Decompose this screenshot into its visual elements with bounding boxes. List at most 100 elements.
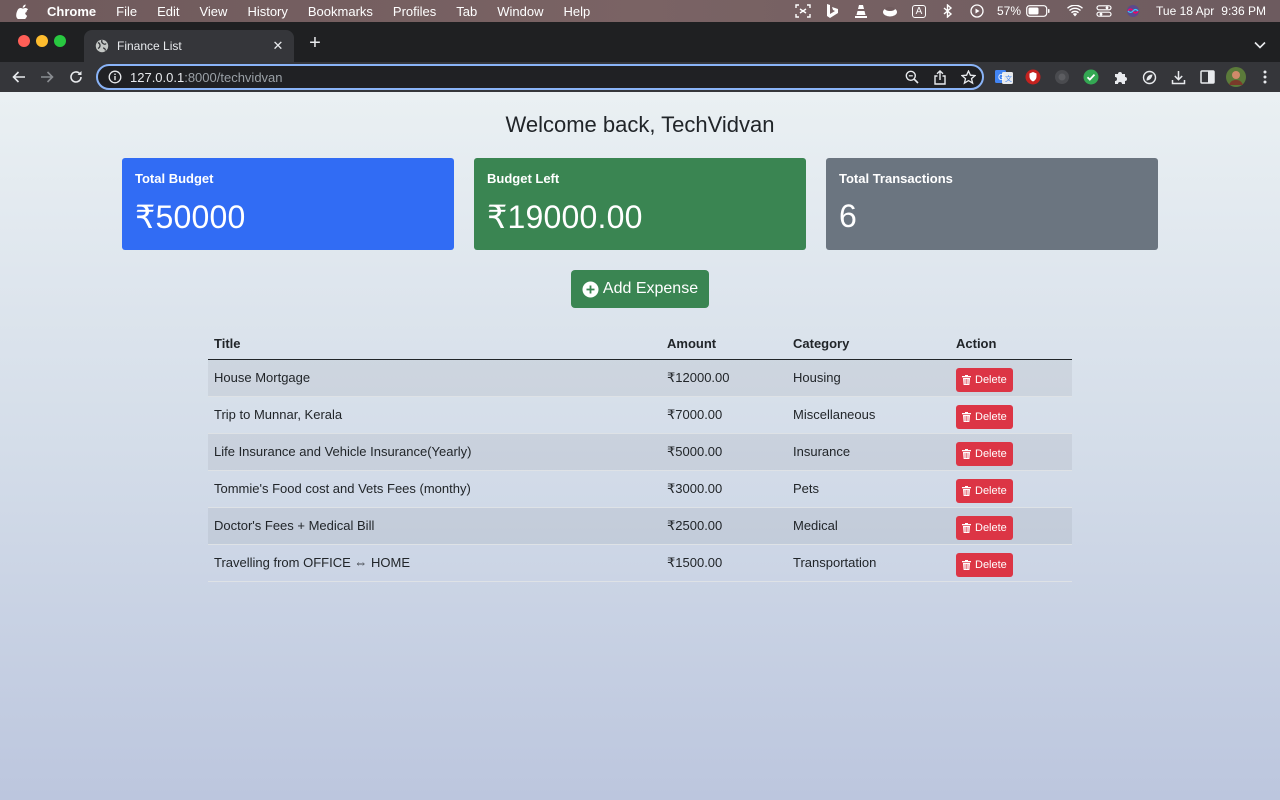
expense-title-cell: Doctor's Fees + Medical Bill [208,507,661,545]
window-minimize-button[interactable] [36,35,48,47]
google-translate-icon[interactable]: G文 [994,67,1014,87]
battery-icon[interactable] [1026,4,1050,18]
delete-button[interactable]: Delete [956,441,1013,466]
table-row: Trip to Munnar, Kerala ₹7000.00 Miscellane… [208,396,1072,434]
play-circle-icon[interactable] [968,4,986,18]
control-center-icon[interactable] [1095,4,1113,18]
input-source-icon[interactable]: A [910,4,928,18]
menu-history[interactable]: History [247,4,287,19]
welcome-heading: Welcome back, TechVidvan [505,112,775,137]
back-arrow-icon[interactable] [9,67,29,87]
siri-icon[interactable] [1124,4,1142,18]
table-row: Doctor's Fees + Medical Bill ₹2500.00 Medi… [208,507,1072,545]
expense-title-cell: Tommie's Food cost and Vets Fees (monthy… [208,470,661,508]
bookmark-star-icon[interactable] [960,69,976,85]
browser-tab-strip: Finance List ✕ + [0,22,1280,62]
address-bar[interactable]: 127.0.0.1:8000/techvidvan [96,64,984,90]
header-action: Action [950,328,1072,360]
header-amount: Amount [661,328,787,360]
url-host: 127.0.0.1 [130,69,185,85]
delete-label: Delete [975,410,1007,423]
total-budget-value: ₹50000 [135,199,246,235]
extensions-puzzle-icon[interactable] [1110,67,1130,87]
expense-amount-cell: ₹1500.00 [661,544,787,582]
plus-circle-icon [582,281,599,297]
forward-arrow-icon[interactable] [37,67,57,87]
tab-close-icon[interactable]: ✕ [270,38,286,54]
bluetooth-icon[interactable] [939,4,957,18]
delete-button[interactable]: Delete [956,404,1013,429]
delete-button[interactable]: Delete [956,515,1013,540]
menu-app-name[interactable]: Chrome [47,4,96,19]
dimmed-extension-icon[interactable] [1052,67,1072,87]
expense-category-cell: Insurance [787,433,950,471]
window-zoom-button[interactable] [54,35,66,47]
menu-date[interactable]: Tue 18 Apr [1156,4,1214,18]
trash-icon [962,448,971,459]
menu-file[interactable]: File [116,4,137,19]
screen-capture-icon[interactable] [794,4,812,18]
zoom-magnifier-icon[interactable] [904,69,920,85]
browser-tab-active[interactable]: Finance List ✕ [84,30,294,62]
expense-amount-cell: ₹12000.00 [661,359,787,397]
trash-icon [962,559,971,570]
macos-menu-bar: Chrome File Edit View History Bookmarks … [0,0,1280,22]
profile-avatar[interactable] [1226,67,1246,87]
menu-view[interactable]: View [199,4,227,19]
browser-toolbar: 127.0.0.1:8000/techvidvan G文 [0,62,1280,92]
budget-left-card: Budget Left ₹19000.00 [474,158,806,250]
downloads-icon[interactable] [1168,67,1188,87]
svg-text:文: 文 [1005,74,1012,83]
expense-title-cell: House Mortgage [208,359,661,397]
delete-label: Delete [975,447,1007,460]
expense-category-cell: Medical [787,507,950,545]
vlc-icon[interactable] [852,4,870,18]
leaf-sync-icon[interactable] [1139,67,1159,87]
delete-button[interactable]: Delete [956,367,1013,392]
delete-label: Delete [975,373,1007,386]
expense-category-cell: Housing [787,359,950,397]
expense-amount-cell: ₹5000.00 [661,433,787,471]
expense-action-cell: Delete [950,544,1072,582]
delete-button[interactable]: Delete [956,552,1013,577]
menu-bookmarks[interactable]: Bookmarks [308,4,373,19]
menu-edit[interactable]: Edit [157,4,179,19]
apple-logo-icon[interactable] [16,3,30,19]
tab-search-chevron-icon[interactable] [1254,36,1268,50]
delete-label: Delete [975,484,1007,497]
coffee-cup-icon[interactable] [881,4,899,18]
window-close-button[interactable] [18,35,30,47]
side-panel-icon[interactable] [1197,67,1217,87]
security-shield-extension-icon[interactable] [1023,67,1043,87]
header-category: Category [787,328,950,360]
expense-title-cell: Trip to Munnar, Kerala [208,396,661,434]
menu-help[interactable]: Help [564,4,591,19]
tab-title: Finance List [117,39,182,53]
menu-tab[interactable]: Tab [456,4,477,19]
new-tab-plus-icon[interactable]: + [306,33,324,53]
expense-category-cell: Transportation [787,544,950,582]
bing-icon[interactable] [823,4,841,18]
trash-icon [962,374,971,385]
chrome-menu-kebab-icon[interactable] [1255,67,1275,87]
header-title: Title [208,328,661,360]
menu-time[interactable]: 9:36 PM [1221,4,1266,18]
delete-label: Delete [975,521,1007,534]
url-path: :8000/techvidvan [184,69,283,85]
checkmark-extension-icon[interactable] [1081,67,1101,87]
table-row: Travelling from OFFICE ⇔ HOME ₹1500.00 Tra… [208,544,1072,582]
site-info-icon[interactable] [108,70,122,84]
add-expense-button[interactable]: Add Expense [571,270,709,308]
share-icon[interactable] [932,69,948,85]
menu-window[interactable]: Window [497,4,543,19]
expense-action-cell: Delete [950,433,1072,471]
total-transactions-label: Total Transactions [839,171,953,186]
menu-profiles[interactable]: Profiles [393,4,436,19]
total-transactions-value: 6 [839,198,857,234]
reload-icon[interactable] [66,67,86,87]
wifi-icon[interactable] [1066,4,1084,18]
expense-amount-cell: ₹3000.00 [661,470,787,508]
table-row: Life Insurance and Vehicle Insurance(Yea… [208,433,1072,471]
budget-left-label: Budget Left [487,171,560,186]
delete-button[interactable]: Delete [956,478,1013,503]
